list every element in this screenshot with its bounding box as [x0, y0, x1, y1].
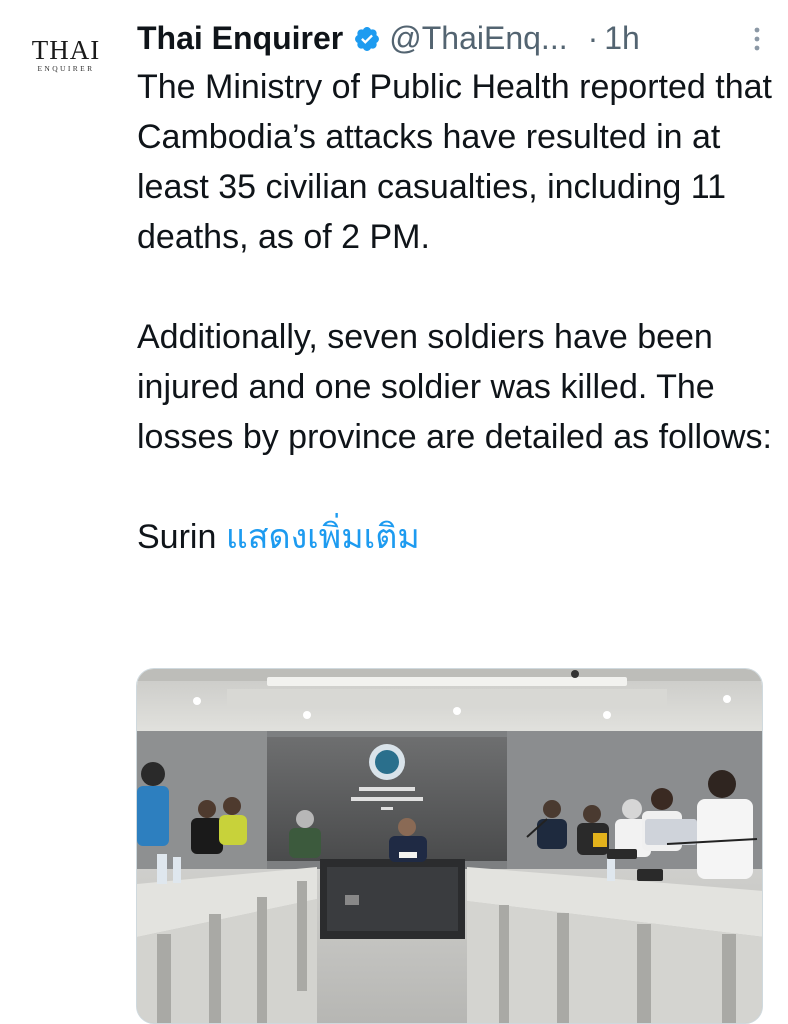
tweet-paragraph-last: Surin แสดงเพิ่มเติม [137, 512, 777, 562]
meeting-room-photo [137, 669, 762, 1023]
more-options-icon[interactable] [747, 24, 767, 54]
show-more-link[interactable]: แสดงเพิ่มเติม [226, 518, 420, 556]
header-separator: · [587, 19, 599, 56]
display-name[interactable]: Thai Enquirer [137, 20, 343, 57]
tweet-paragraph: Surin [137, 518, 217, 556]
tweet-header: Thai Enquirer @ThaiEnq... · 1h [137, 14, 767, 62]
user-handle[interactable]: @ThaiEnq... [389, 20, 567, 57]
tweet-paragraph: The Ministry of Public Health reported t… [137, 68, 772, 256]
tweet-timestamp[interactable]: 1h [604, 20, 640, 57]
avatar[interactable]: THAI ENQUIRER [18, 34, 114, 104]
avatar-logo-text: THAI [31, 35, 101, 65]
tweet-paragraph: Additionally, seven soldiers have been i… [137, 318, 772, 456]
verified-badge-icon [353, 24, 381, 52]
tweet-text: The Ministry of Public Health reported t… [137, 62, 777, 562]
tweet-photo[interactable] [136, 668, 763, 1024]
